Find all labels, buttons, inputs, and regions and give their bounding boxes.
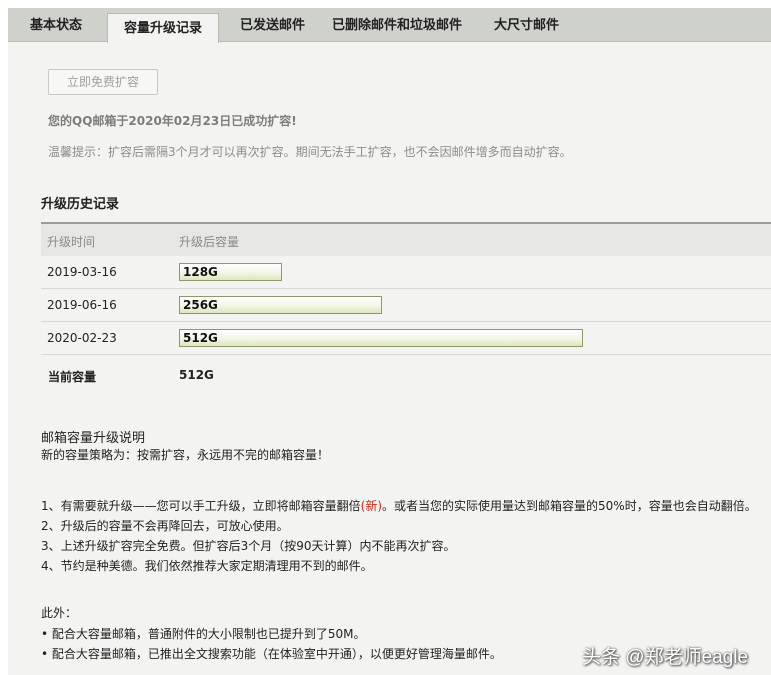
capacity-bar: 256G	[179, 296, 382, 314]
explanation-title: 邮箱容量升级说明	[41, 431, 146, 446]
table-row: 2020-02-23 512G	[41, 322, 771, 355]
tab-bar: 基本状态 容量升级记录 已发送邮件 已删除邮件和垃圾邮件 大尺寸邮件	[8, 8, 771, 43]
table-row: 2019-06-16 256G	[41, 289, 771, 322]
column-header-time: 升级时间	[47, 235, 96, 249]
explanation-strategy: 新的容量策略为：按需扩容，永远用不完的邮箱容量！	[41, 448, 330, 462]
column-header-capacity: 升级后容量	[179, 235, 240, 249]
capacity-label: 512G	[183, 331, 218, 345]
item1-text: 1、有需要就升级——您可以手工升级，立即将邮箱容量翻倍	[41, 499, 361, 513]
tab-capacity-upgrade-record[interactable]: 容量升级记录	[107, 13, 220, 43]
page-frame: 基本状态 容量升级记录 已发送邮件 已删除邮件和垃圾邮件 大尺寸邮件 立即免费扩…	[8, 8, 771, 675]
capacity-bar: 128G	[179, 263, 282, 281]
row-date: 2020-02-23	[47, 331, 117, 345]
current-capacity-value: 512G	[179, 368, 214, 382]
capacity-label: 128G	[183, 265, 218, 279]
list-item: 4、节约是种美德。我们依然推荐大家定期清理用不到的邮件。	[41, 559, 373, 573]
history-title: 升级历史记录	[41, 197, 120, 212]
list-item: • 配合大容量邮箱，已推出全文搜索功能（在体验室中开通），以便更好管理海量邮件。	[41, 647, 502, 661]
success-message: 您的QQ邮箱于2020年02月23日已成功扩容!	[48, 114, 297, 128]
row-date: 2019-03-16	[47, 265, 117, 279]
bullet-list: • 配合大容量邮箱，普通附件的大小限制也已提升到了50M。 • 配合大容量邮箱，…	[41, 624, 502, 664]
free-upgrade-button[interactable]: 立即免费扩容	[48, 69, 158, 95]
tab-basic-status[interactable]: 基本状态	[30, 8, 82, 41]
capacity-label: 256G	[183, 298, 218, 312]
explanation-list: 1、有需要就升级——您可以手工升级，立即将邮箱容量翻倍(新)。或者当您的实际使用…	[41, 496, 757, 576]
besides-label: 此外：	[41, 606, 78, 620]
row-date: 2019-06-16	[47, 298, 117, 312]
table-header: 升级时间 升级后容量	[41, 222, 771, 256]
list-item: 1、有需要就升级——您可以手工升级，立即将邮箱容量翻倍(新)。或者当您的实际使用…	[41, 496, 757, 516]
current-capacity-label: 当前容量	[48, 370, 97, 384]
list-item: • 配合大容量邮箱，普通附件的大小限制也已提升到了50M。	[41, 627, 366, 641]
tab-large-mail[interactable]: 大尺寸邮件	[494, 8, 559, 41]
list-item: 3、上述升级扩容完全免费。但扩容后3个月（按90天计算）内不能再次扩容。	[41, 539, 456, 553]
list-item: 2、升级后的容量不会再降回去，可放心使用。	[41, 519, 289, 533]
item1-text-after: 。或者当您的实际使用量达到邮箱容量的50%时，容量也会自动翻倍。	[382, 499, 757, 513]
tab-sent-mail[interactable]: 已发送邮件	[240, 8, 305, 41]
history-table: 升级时间 升级后容量 2019-03-16 128G 2019-06-16 25…	[41, 222, 771, 355]
table-row: 2019-03-16 128G	[41, 256, 771, 289]
tip-message: 温馨提示：扩容后需隔3个月才可以再次扩容。期间无法手工扩容，也不会因邮件增多而自…	[48, 145, 572, 159]
capacity-bar: 512G	[179, 329, 583, 347]
new-badge: (新)	[360, 499, 383, 513]
watermark: 头条 @郑老师eagle	[582, 647, 749, 668]
tab-deleted-and-spam[interactable]: 已删除邮件和垃圾邮件	[332, 8, 462, 41]
